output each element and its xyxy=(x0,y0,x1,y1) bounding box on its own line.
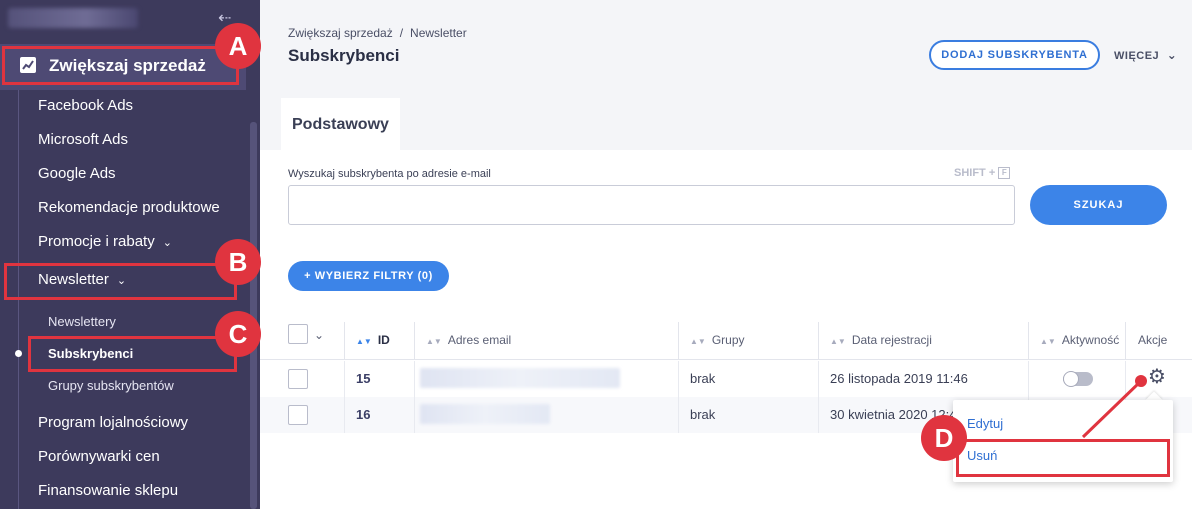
annotation-connector xyxy=(1081,375,1147,439)
annotation-marker-a: A xyxy=(215,23,261,69)
annotation-marker-c: C xyxy=(215,311,261,357)
annotation-marker-b: B xyxy=(215,239,261,285)
annotation-marker-d: D xyxy=(921,415,967,461)
